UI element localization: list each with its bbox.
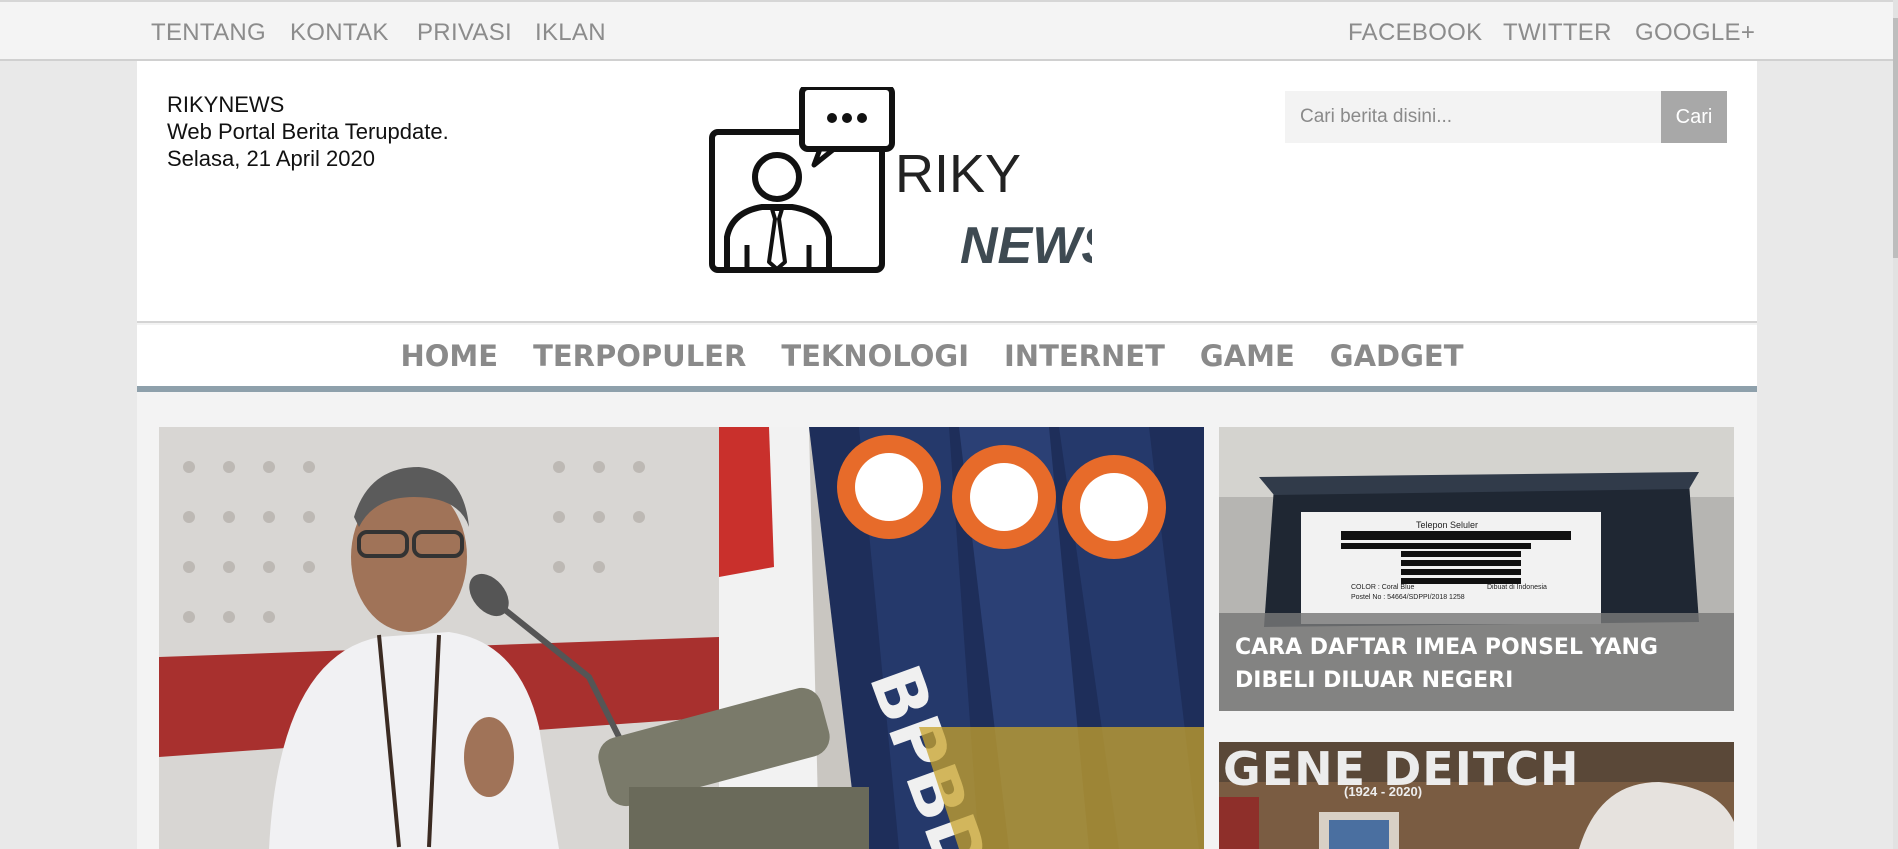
site-name: RIKYNEWS	[167, 92, 285, 117]
featured-main-image: BPBD	[159, 427, 1204, 849]
site-logo[interactable]: RIKY NEWS	[702, 84, 1116, 277]
svg-text:Dibuat di Indonesia: Dibuat di Indonesia	[1487, 584, 1547, 591]
svg-text:COLOR : Coral Blue: COLOR : Coral Blue	[1351, 584, 1415, 591]
search-input[interactable]	[1285, 91, 1661, 143]
main-nav: HOME TERPOPULER TEKNOLOGI INTERNET GAME …	[137, 325, 1757, 392]
topbar-link-googleplus[interactable]: GOOGLE+	[1635, 19, 1755, 47]
nav-item-teknologi[interactable]: TEKNOLOGI	[781, 339, 969, 373]
topbar-link-kontak[interactable]: KONTAK	[290, 19, 389, 47]
topbar-link-privasi[interactable]: PRIVASI	[417, 19, 512, 47]
side-2-image-years: (1924 - 2020)	[1344, 784, 1423, 799]
site-info: RIKYNEWS Web Portal Berita Terupdate. Se…	[167, 91, 449, 172]
svg-text:RIKY: RIKY	[895, 144, 1021, 204]
site-date: Selasa, 21 April 2020	[167, 146, 375, 171]
side-1-caption: CARA DAFTAR IMEA PONSEL YANG DIBELI DILU…	[1219, 613, 1734, 711]
nav-item-gadget[interactable]: GADGET	[1330, 339, 1464, 373]
topbar-link-twitter[interactable]: TWITTER	[1503, 19, 1612, 47]
top-bar: TENTANG KONTAK PRIVASI IKLAN FACEBOOK TW…	[0, 0, 1898, 61]
featured-article-side-2[interactable]: GENE DEITCH (1924 - 2020)	[1219, 742, 1734, 849]
search-form: Cari	[1285, 91, 1727, 143]
search-button[interactable]: Cari	[1661, 91, 1727, 143]
topbar-link-facebook[interactable]: FACEBOOK	[1348, 19, 1482, 47]
nav-item-game[interactable]: GAME	[1200, 339, 1295, 373]
site-tagline: Web Portal Berita Terupdate.	[167, 119, 449, 144]
featured-article-side-1[interactable]: Telepon Seluler COLOR : Coral Blue Dibua…	[1219, 427, 1734, 711]
site-header: RIKYNEWS Web Portal Berita Terupdate. Se…	[137, 61, 1757, 323]
logo-icon: RIKY NEWS	[709, 84, 1116, 275]
page-scrollbar-thumb[interactable]	[1893, 18, 1898, 258]
svg-text:Postel No : 54664/SDPPI/2018 1: Postel No : 54664/SDPPI/2018 1258	[1351, 594, 1465, 601]
svg-text:Telepon Seluler: Telepon Seluler	[1416, 520, 1478, 530]
nav-item-internet[interactable]: INTERNET	[1004, 339, 1165, 373]
nav-item-terpopuler[interactable]: TERPOPULER	[533, 339, 746, 373]
nav-item-home[interactable]: HOME	[400, 339, 498, 373]
topbar-link-iklan[interactable]: IKLAN	[535, 19, 606, 47]
svg-text:NEWS: NEWS	[960, 217, 1092, 275]
featured-article-main[interactable]: BPBD	[159, 427, 1204, 849]
topbar-link-tentang[interactable]: TENTANG	[151, 19, 266, 47]
side-1-title[interactable]: CARA DAFTAR IMEA PONSEL YANG DIBELI DILU…	[1235, 635, 1658, 693]
